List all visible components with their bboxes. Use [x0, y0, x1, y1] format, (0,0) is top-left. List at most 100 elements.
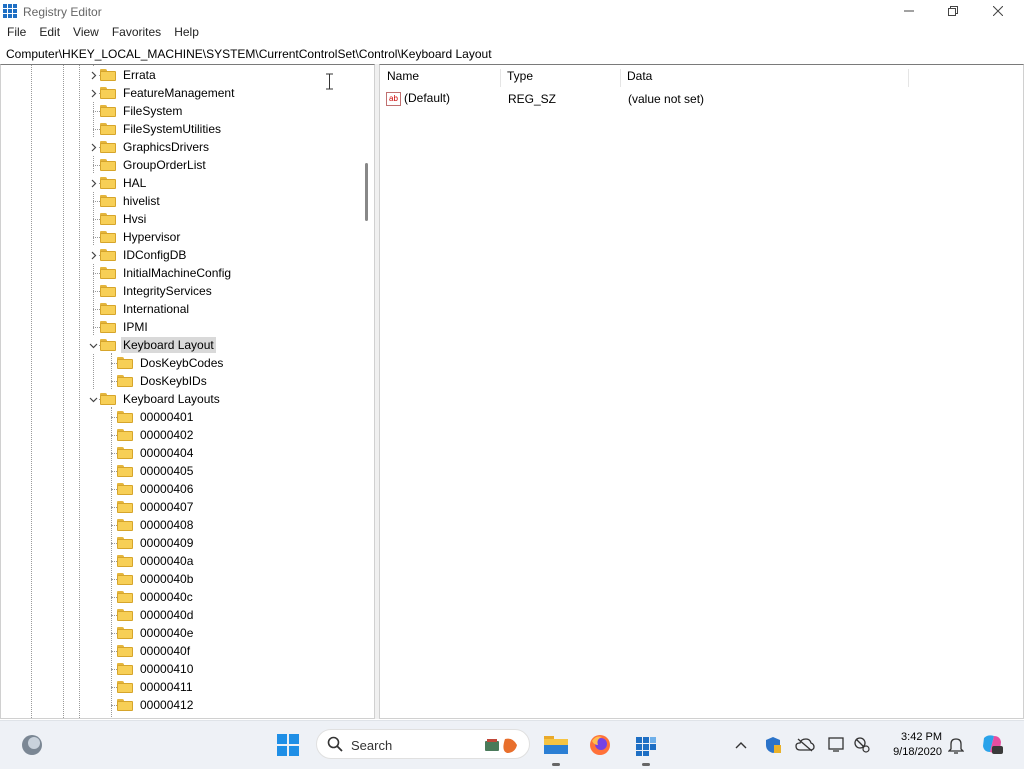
clock-date: 9/18/2020 — [893, 746, 942, 758]
focus-tray-button[interactable] — [852, 735, 872, 755]
folder-icon — [117, 627, 133, 639]
tree-item[interactable]: Keyboard Layouts — [100, 390, 222, 408]
tree-item[interactable]: FileSystemUtilities — [100, 120, 223, 138]
firefox-button[interactable] — [584, 729, 616, 761]
expand-chevron-right-icon[interactable] — [87, 84, 99, 102]
close-button[interactable] — [975, 0, 1021, 22]
folder-icon — [117, 645, 133, 657]
tree-item[interactable]: GroupOrderList — [100, 156, 208, 174]
tree-item[interactable]: FeatureManagement — [100, 84, 236, 102]
menu-file[interactable]: File — [0, 22, 32, 42]
column-header-name[interactable]: Name — [381, 69, 501, 87]
copilot-button[interactable] — [980, 732, 1004, 756]
tree-item[interactable]: 00000406 — [117, 480, 195, 498]
tree-item-label: 0000040d — [140, 608, 194, 622]
onedrive-tray-button[interactable] — [795, 735, 815, 755]
tree-item[interactable]: Hypervisor — [100, 228, 182, 246]
folder-icon — [117, 555, 133, 567]
expand-chevron-right-icon[interactable] — [87, 138, 99, 156]
tree-item[interactable]: DosKeybCodes — [117, 354, 225, 372]
close-icon — [993, 6, 1003, 16]
tree-item[interactable]: GraphicsDrivers — [100, 138, 211, 156]
file-explorer-button[interactable] — [540, 729, 572, 766]
folder-icon — [100, 267, 116, 279]
expand-chevron-right-icon[interactable] — [87, 174, 99, 192]
tree-item-label: 00000406 — [140, 482, 194, 496]
display-tray-button[interactable] — [827, 735, 847, 755]
tree-item[interactable]: 0000040b — [117, 570, 195, 588]
folder-icon — [100, 303, 116, 315]
registry-editor-taskbar-button[interactable] — [630, 729, 662, 766]
folder-icon — [117, 501, 133, 513]
tree-item[interactable]: hivelist — [100, 192, 162, 210]
tree-item[interactable]: 0000040f — [117, 642, 192, 660]
tree-item[interactable]: HAL — [100, 174, 148, 192]
security-tray-button[interactable] — [763, 735, 783, 755]
address-path[interactable]: Computer\HKEY_LOCAL_MACHINE\SYSTEM\Curre… — [6, 47, 492, 61]
show-hidden-icons-button[interactable] — [731, 735, 751, 755]
minimize-button[interactable] — [886, 0, 932, 22]
tree-item[interactable]: Errata — [100, 66, 158, 84]
tree-item[interactable]: IntegrityServices — [100, 282, 214, 300]
menu-edit[interactable]: Edit — [32, 22, 66, 42]
menu-view[interactable]: View — [66, 22, 105, 42]
tree-item-label: 00000409 — [140, 536, 194, 550]
address-bar[interactable]: Computer\HKEY_LOCAL_MACHINE\SYSTEM\Curre… — [0, 44, 1024, 65]
notifications-button[interactable] — [946, 735, 966, 755]
tree-item[interactable]: 00000409 — [117, 534, 195, 552]
restore-button[interactable] — [930, 0, 976, 22]
tree-item[interactable]: FileSystem — [100, 102, 184, 120]
tree-item[interactable]: 00000411 — [117, 678, 195, 696]
tree-item[interactable]: 00000402 — [117, 426, 195, 444]
tree-item[interactable]: 00000407 — [117, 498, 195, 516]
menu-help[interactable]: Help — [167, 22, 205, 42]
folder-icon — [100, 123, 116, 135]
taskbar-search-box[interactable]: Search — [316, 729, 530, 759]
tree-item[interactable]: 00000410 — [117, 660, 195, 678]
expand-chevron-down-icon[interactable] — [87, 390, 99, 408]
tree-item[interactable]: 0000040a — [117, 552, 195, 570]
taskbar-clock[interactable]: 3:42 PM 9/18/2020 — [880, 730, 942, 760]
tree-item-label: IPMI — [123, 320, 148, 334]
tree-item-label: DosKeybIDs — [140, 374, 207, 388]
menu-favorites[interactable]: Favorites — [105, 22, 167, 42]
tree-item[interactable]: International — [100, 300, 191, 318]
values-list-pane[interactable]: Name Type Data ab (Default) REG_SZ (value… — [379, 64, 1024, 719]
tree-item[interactable]: 0000040d — [117, 606, 195, 624]
tree-item[interactable]: DosKeybIDs — [117, 372, 209, 390]
tree-item[interactable]: 00000401 — [117, 408, 195, 426]
column-header-data[interactable]: Data — [621, 69, 909, 87]
value-row-default[interactable]: ab (Default) REG_SZ (value not set) — [384, 90, 984, 108]
tree-item[interactable]: 00000404 — [117, 444, 195, 462]
tree-item-label: FeatureManagement — [123, 86, 235, 100]
tree-item[interactable]: IDConfigDB — [100, 246, 188, 264]
active-indicator — [642, 763, 650, 766]
tree-item-label: 00000401 — [140, 410, 194, 424]
key-tree-pane[interactable]: Errata FeatureManagement FileSystem FileSys… — [0, 64, 375, 719]
tree-item[interactable]: 00000405 — [117, 462, 195, 480]
tree-item[interactable]: Keyboard Layout — [100, 336, 216, 354]
folder-icon — [117, 699, 133, 711]
tree-item[interactable]: 00000412 — [117, 696, 195, 714]
expand-chevron-down-icon[interactable] — [87, 336, 99, 354]
tree-item[interactable]: 0000040e — [117, 624, 195, 642]
tree-item[interactable]: 00000408 — [117, 516, 195, 534]
tree-item[interactable]: InitialMachineConfig — [100, 264, 233, 282]
tree-scrollbar-thumb[interactable] — [365, 163, 368, 221]
value-type: REG_SZ — [508, 92, 557, 106]
column-header-type[interactable]: Type — [501, 69, 621, 87]
tree-item[interactable]: IPMI — [100, 318, 150, 336]
tree-scrollbar[interactable] — [359, 65, 374, 718]
tree-item[interactable]: 0000040c — [117, 588, 195, 606]
start-button[interactable] — [272, 729, 304, 761]
minimize-icon — [904, 10, 914, 12]
tree-item[interactable]: Hvsi — [100, 210, 148, 228]
folder-icon — [117, 519, 133, 531]
widgets-button[interactable] — [16, 729, 48, 761]
folder-icon — [100, 393, 116, 405]
folder-icon — [117, 609, 133, 621]
expand-chevron-right-icon[interactable] — [87, 246, 99, 264]
expand-chevron-right-icon[interactable] — [87, 66, 99, 84]
tree-item-label: GraphicsDrivers — [123, 140, 210, 154]
tree-item-label: 00000412 — [140, 698, 194, 712]
